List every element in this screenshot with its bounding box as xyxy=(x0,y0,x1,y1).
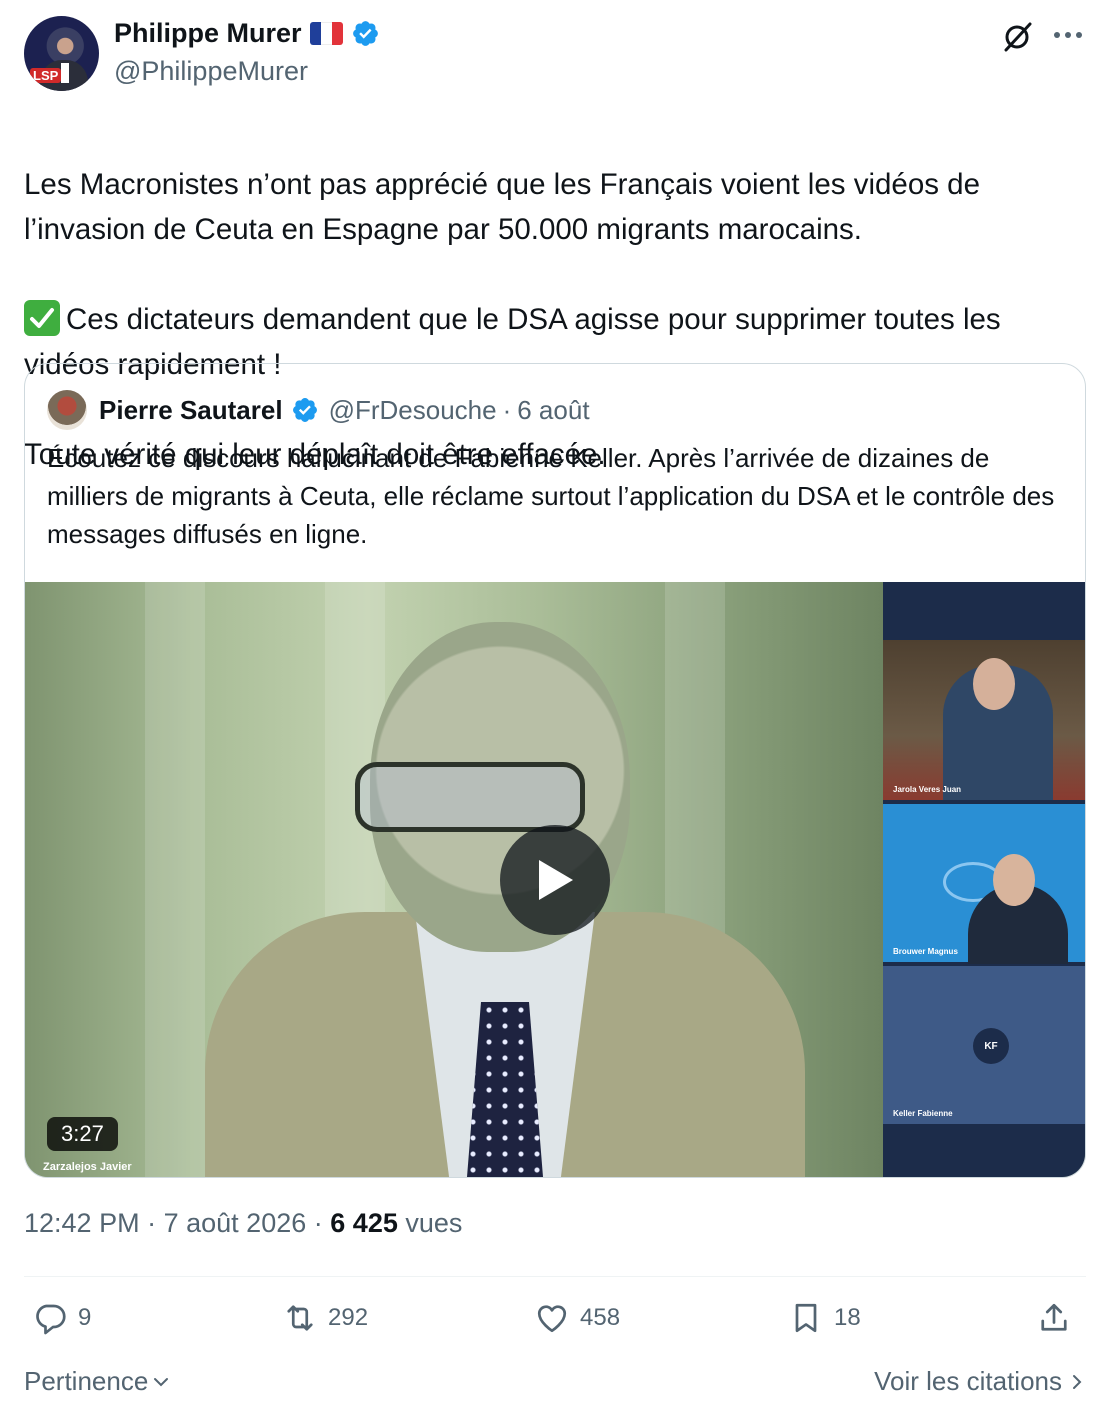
video-duration: 3:27 xyxy=(47,1117,118,1151)
tweet-timestamp-row: 12:42 PM · 7 août 2026 · 6 425 vues xyxy=(24,1208,462,1239)
sort-label: Pertinence xyxy=(24,1366,149,1396)
bookmark-icon xyxy=(795,1303,817,1333)
reply-icon xyxy=(36,1304,66,1335)
repost-count: 292 xyxy=(328,1304,369,1331)
avatar-tie-shape xyxy=(61,63,69,83)
tweet-date[interactable]: 7 août 2026 xyxy=(164,1208,307,1238)
chevron-down-icon xyxy=(154,1377,169,1386)
video-tile-3: KF Keller Fabienne xyxy=(883,966,1085,1124)
quoted-author-name[interactable]: Pierre Sautarel xyxy=(99,395,283,426)
quoted-tweet-header: Pierre Sautarel @FrDesouche · 6 août xyxy=(47,390,590,430)
reply-button[interactable]: 9 xyxy=(32,1300,91,1336)
repost-icon xyxy=(287,1305,313,1331)
quoted-author-handle[interactable]: @FrDesouche xyxy=(329,395,497,426)
verified-icon xyxy=(352,21,378,46)
replies-footer: Pertinence Voir les citations xyxy=(24,1366,1086,1400)
action-bar: 9 292 458 18 xyxy=(24,1300,1086,1348)
verified-icon xyxy=(292,398,317,422)
sort-dropdown[interactable]: Pertinence xyxy=(24,1366,172,1397)
more-icon[interactable] xyxy=(1052,30,1084,40)
video-tile-1: Jarola Veres Juan xyxy=(883,640,1085,800)
tile3-initials: KF xyxy=(973,1028,1009,1064)
view-quotes-link[interactable]: Voir les citations xyxy=(874,1366,1086,1397)
quoted-author-avatar[interactable] xyxy=(47,390,87,430)
views-count: 6 425 xyxy=(330,1208,398,1238)
tweet-time[interactable]: 12:42 PM xyxy=(24,1208,140,1238)
author-handle[interactable]: @PhilippeMurer xyxy=(114,56,308,87)
like-count: 458 xyxy=(580,1304,621,1331)
bookmark-button[interactable]: 18 xyxy=(788,1300,861,1336)
check-emoji-icon xyxy=(24,300,60,336)
repost-button[interactable]: 292 xyxy=(282,1300,368,1336)
divider xyxy=(24,1276,1086,1277)
tile3-label: Keller Fabienne xyxy=(893,1109,953,1118)
video-main-caption: Zarzalejos Javier xyxy=(43,1161,132,1173)
tweet-line-1: Les Macronistes n’ont pas apprécié que l… xyxy=(24,168,980,246)
quoted-tweet[interactable]: Pierre Sautarel @FrDesouche · 6 août Éco… xyxy=(24,363,1086,1178)
meta-separator: · xyxy=(313,1208,323,1238)
video-curtain-shape xyxy=(145,582,205,1177)
tile1-label: Jarola Veres Juan xyxy=(893,785,962,794)
tile2-face-shape xyxy=(993,854,1035,906)
author-name[interactable]: Philippe Murer xyxy=(114,18,302,49)
video-tile-2: Brouwer Magnus xyxy=(883,804,1085,964)
views-label: vues xyxy=(405,1208,463,1238)
reply-count: 9 xyxy=(78,1304,92,1331)
like-icon xyxy=(537,1305,567,1333)
tile2-label: Brouwer Magnus xyxy=(893,947,958,956)
video-side-panel: Jarola Veres Juan Brouwer Magnus KF Kell… xyxy=(883,582,1085,1177)
quoted-tweet-text: Écoutez ce discours hallucinant de Fabie… xyxy=(47,443,1055,549)
share-icon xyxy=(1041,1303,1067,1331)
view-quotes-label: Voir les citations xyxy=(874,1366,1062,1396)
bookmark-count: 18 xyxy=(834,1304,861,1331)
play-icon xyxy=(539,860,573,900)
tweet-header: LSP Philippe Murer @PhilippeMurer xyxy=(24,16,1086,92)
play-button[interactable] xyxy=(500,825,610,935)
author-avatar[interactable]: LSP xyxy=(24,16,99,91)
meta-separator: · xyxy=(147,1208,157,1238)
speaker-glasses-shape xyxy=(355,762,585,832)
quoted-date[interactable]: 6 août xyxy=(517,395,589,426)
author-name-row: Philippe Murer xyxy=(114,18,380,49)
grok-icon[interactable] xyxy=(1000,20,1034,54)
like-button[interactable]: 458 xyxy=(534,1300,620,1336)
chevron-right-icon xyxy=(1073,1374,1082,1389)
video-player[interactable]: Zarzalejos Javier Jarola Veres Juan Brou… xyxy=(25,582,1085,1177)
share-button[interactable] xyxy=(1036,1300,1072,1336)
video-main-feed: Zarzalejos Javier xyxy=(25,582,883,1177)
quoted-separator: · xyxy=(502,394,512,425)
tile1-face-shape xyxy=(973,658,1015,710)
avatar-logo: LSP xyxy=(30,68,62,83)
france-flag-icon xyxy=(309,22,343,45)
